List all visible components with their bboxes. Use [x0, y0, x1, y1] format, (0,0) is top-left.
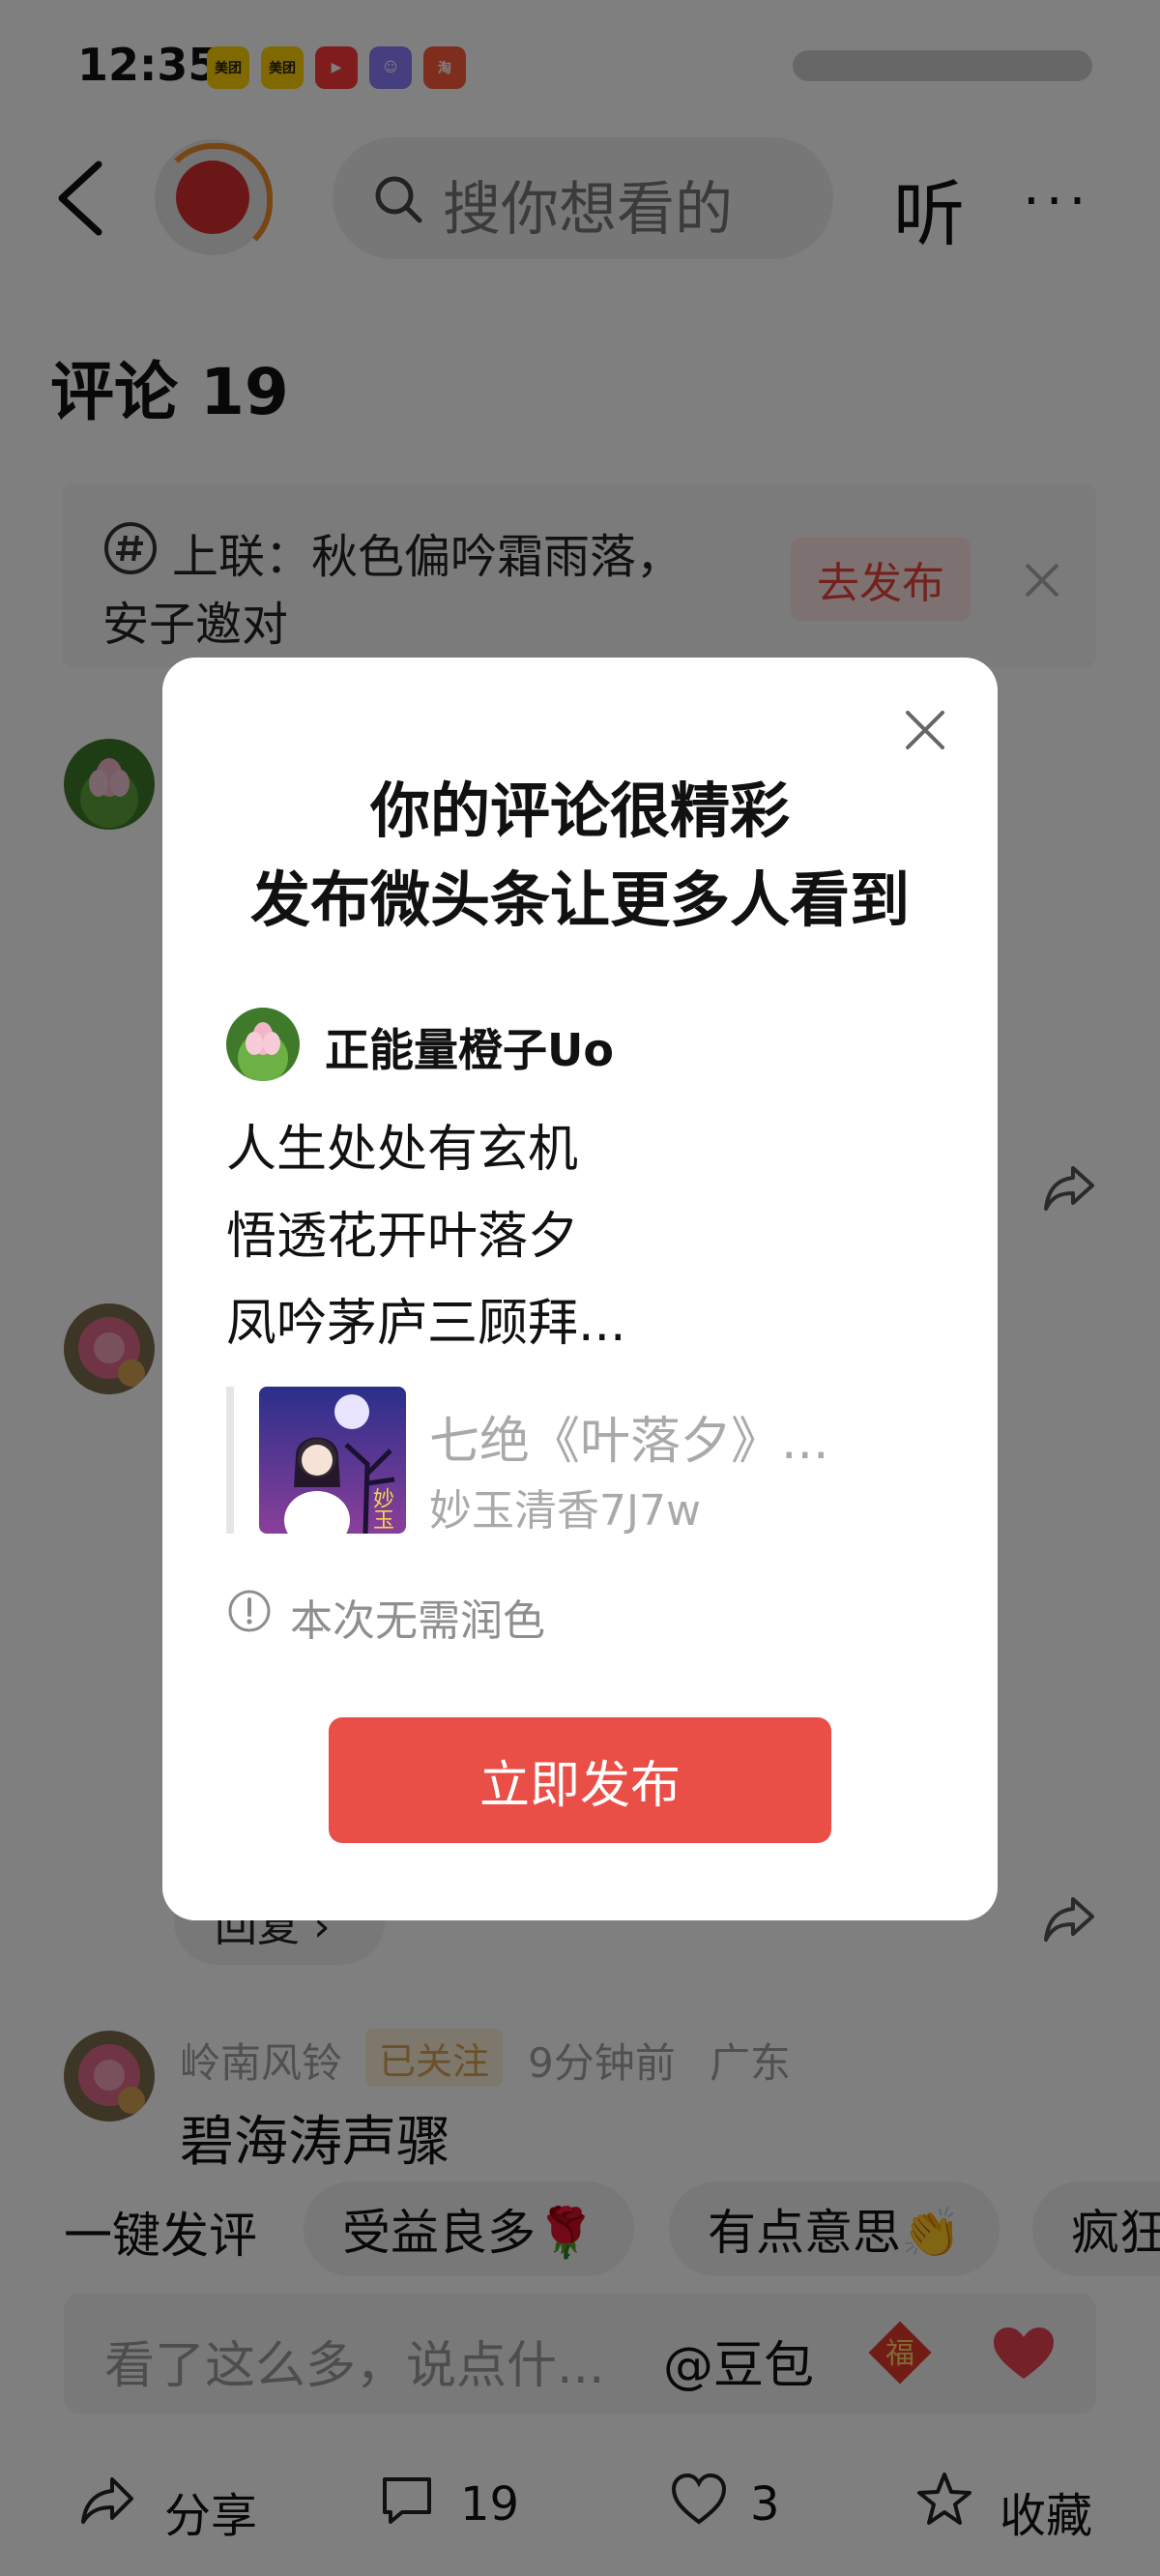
thumbnail-caption: 妙玉: [369, 1487, 393, 1530]
dialog-username: 正能量橙子Uo: [325, 1024, 614, 1076]
info-icon: [228, 1590, 271, 1632]
close-icon-2[interactable]: [903, 708, 947, 752]
quote-divider: [226, 1387, 234, 1534]
quoted-post-author: 妙玉清香7J7w: [429, 1486, 701, 1536]
publish-now-button[interactable]: 立即发布: [329, 1717, 831, 1843]
no-polish-notice: 本次无需润色: [290, 1596, 545, 1646]
quoted-post-title: 七绝《叶落夕》...: [429, 1413, 829, 1471]
dialog-title: 你的评论很精彩: [369, 776, 790, 846]
poem-line-2: 悟透花开叶落夕: [226, 1208, 579, 1266]
avatar-4: [226, 1008, 300, 1081]
quoted-post-thumbnail: 妙玉: [259, 1387, 406, 1534]
poem-line-3: 凤吟茅庐三顾拜...: [226, 1295, 626, 1353]
dialog-subtitle: 发布微头条让更多人看到: [249, 864, 910, 935]
status-overlay: [0, 0, 1160, 116]
poem-line: 人生处处有玄机: [226, 1121, 579, 1179]
